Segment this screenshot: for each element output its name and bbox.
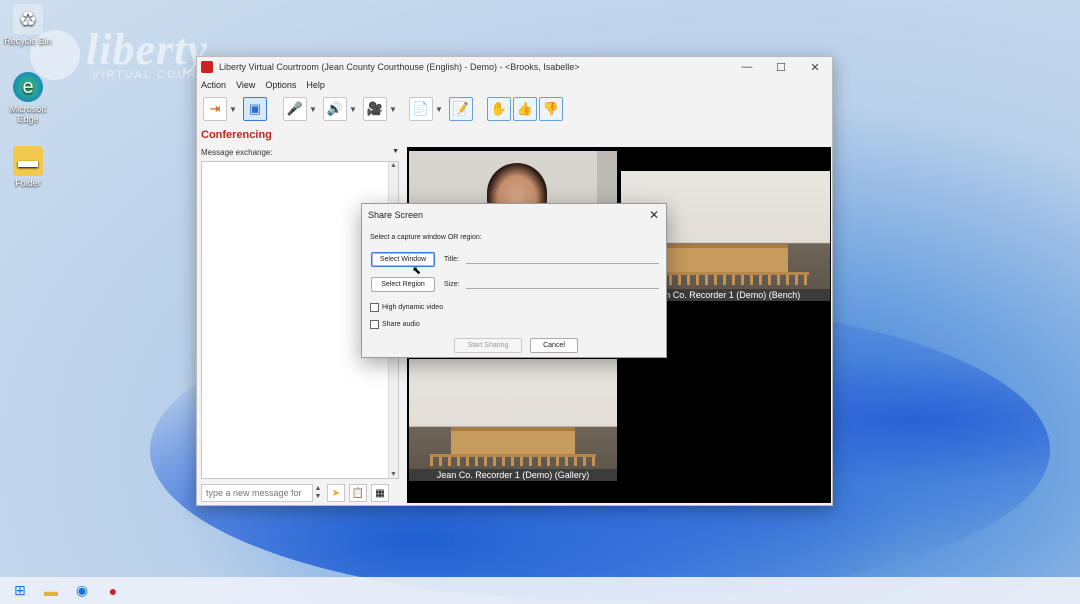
title-label: Title: bbox=[444, 256, 459, 263]
annotate-icon: 📝 bbox=[452, 101, 470, 116]
video-label-gallery: Jean Co. Recorder 1 (Demo) (Gallery) bbox=[409, 469, 617, 481]
high-dynamic-video-checkbox[interactable] bbox=[370, 303, 379, 312]
microphone-dropdown[interactable]: ▼ bbox=[309, 105, 317, 114]
notes-icon: 📋 bbox=[351, 487, 365, 499]
message-exchange-header: Message exchange: ▼ bbox=[201, 148, 399, 157]
menu-view[interactable]: View bbox=[236, 80, 255, 90]
windows-logo-icon: ⊞ bbox=[14, 582, 26, 598]
message-spinner[interactable]: ▲ ▼ bbox=[313, 485, 323, 501]
menu-action[interactable]: Action bbox=[201, 80, 226, 90]
edge-icon: e bbox=[13, 72, 43, 102]
chat-settings-button[interactable]: ▦ bbox=[371, 484, 389, 502]
exit-dropdown[interactable]: ▼ bbox=[229, 105, 237, 114]
cancel-button[interactable]: Cancel bbox=[530, 338, 578, 353]
close-button[interactable]: ✕ bbox=[798, 61, 832, 74]
app-icon bbox=[201, 61, 213, 73]
message-input[interactable] bbox=[201, 484, 313, 502]
dialog-prompt: Select a capture window OR region: bbox=[370, 234, 482, 241]
speaker-dropdown[interactable]: ▼ bbox=[349, 105, 357, 114]
menubar: Action View Options Help bbox=[197, 77, 832, 93]
taskbar: ⊞ ▬ ◉ ● bbox=[0, 577, 1080, 604]
document-button[interactable]: 📄 bbox=[409, 97, 433, 121]
document-dropdown[interactable]: ▼ bbox=[435, 105, 443, 114]
title-field[interactable] bbox=[466, 252, 659, 264]
dialog-titlebar[interactable]: Share Screen ✕ bbox=[362, 204, 666, 226]
select-window-button[interactable]: Select Window bbox=[371, 252, 435, 267]
window-title: Liberty Virtual Courtroom (Jean County C… bbox=[219, 62, 580, 72]
message-input-row: ▲▼ ➤ 📋 ▦ bbox=[201, 483, 399, 503]
start-sharing-button[interactable]: Start Sharing bbox=[454, 338, 522, 353]
raise-hand-button[interactable]: ✋ bbox=[487, 97, 511, 121]
desktop-icon-recycle-bin[interactable]: ♻ Recycle Bin bbox=[0, 4, 56, 46]
hand-icon: ✋ bbox=[490, 101, 508, 116]
annotate-button[interactable]: 📝 bbox=[449, 97, 473, 121]
share-audio-checkbox[interactable] bbox=[370, 320, 379, 329]
camera-dropdown[interactable]: ▼ bbox=[389, 105, 397, 114]
exit-button[interactable]: ⇥ bbox=[203, 97, 227, 121]
taskbar-liberty-app[interactable]: ● bbox=[103, 581, 123, 601]
thumbs-up-button[interactable]: 👍 bbox=[513, 97, 537, 121]
taskbar-edge[interactable]: ◉ bbox=[72, 581, 92, 601]
microphone-button[interactable]: 🎤 bbox=[283, 97, 307, 121]
thumbs-down-icon: 👎 bbox=[542, 101, 560, 116]
microphone-icon: 🎤 bbox=[286, 101, 304, 116]
document-icon: 📄 bbox=[412, 101, 430, 116]
toolbar: ⇥ ▼ ▣ 🎤 ▼ 🔊 ▼ 🎥 ▼ 📄 ▼ 📝 ✋ 👍 👎 bbox=[197, 93, 832, 125]
exit-icon: ⇥ bbox=[209, 101, 221, 116]
dialog-title: Share Screen bbox=[368, 210, 424, 220]
size-label: Size: bbox=[444, 281, 460, 288]
speaker-icon: 🔊 bbox=[326, 101, 344, 116]
thumbs-up-icon: 👍 bbox=[516, 101, 534, 116]
minimize-button[interactable]: — bbox=[730, 61, 764, 73]
dialog-body: Select a capture window OR region: Selec… bbox=[362, 226, 666, 359]
taskbar-file-explorer[interactable]: ▬ bbox=[41, 581, 61, 601]
chat-settings-icon: ▦ bbox=[375, 487, 385, 499]
camera-button[interactable]: 🎥 bbox=[363, 97, 387, 121]
menu-help[interactable]: Help bbox=[306, 80, 325, 90]
camera-icon: 🎥 bbox=[366, 101, 384, 116]
desktop-icon-edge[interactable]: e Microsoft Edge bbox=[0, 72, 56, 124]
window-titlebar[interactable]: Liberty Virtual Courtroom (Jean County C… bbox=[197, 57, 832, 77]
share-screen-dialog: Share Screen ✕ Select a capture window O… bbox=[361, 203, 667, 358]
speaker-button[interactable]: 🔊 bbox=[323, 97, 347, 121]
section-title: Conferencing bbox=[201, 129, 272, 141]
thumbs-down-button[interactable]: 👎 bbox=[539, 97, 563, 121]
send-icon: ➤ bbox=[331, 487, 341, 499]
file-explorer-icon: ▬ bbox=[44, 582, 58, 599]
video-tile-gallery[interactable]: Jean Co. Recorder 1 (Demo) (Gallery) bbox=[409, 359, 617, 481]
share-audio-option[interactable]: Share audio bbox=[370, 320, 420, 329]
notes-button[interactable]: 📋 bbox=[349, 484, 367, 502]
select-region-button[interactable]: Select Region bbox=[371, 277, 435, 292]
send-message-button[interactable]: ➤ bbox=[327, 484, 345, 502]
folder-icon: ▬ bbox=[13, 146, 43, 176]
message-exchange-dropdown-icon[interactable]: ▼ bbox=[392, 148, 399, 157]
desktop-icon-folder[interactable]: ▬ Folder bbox=[0, 146, 56, 188]
share-screen-icon: ▣ bbox=[248, 101, 262, 116]
mouse-cursor-icon: ⬉ bbox=[412, 265, 422, 277]
dialog-close-icon[interactable]: ✕ bbox=[642, 208, 666, 222]
edge-icon: ◉ bbox=[75, 582, 89, 598]
recycle-bin-icon: ♻ bbox=[13, 4, 43, 34]
liberty-app-icon: ● bbox=[108, 582, 118, 599]
high-dynamic-video-option[interactable]: High dynamic video bbox=[370, 303, 443, 312]
share-screen-button[interactable]: ▣ bbox=[243, 97, 267, 121]
size-field[interactable] bbox=[466, 277, 659, 289]
start-button[interactable]: ⊞ bbox=[10, 581, 30, 601]
menu-options[interactable]: Options bbox=[265, 80, 296, 90]
maximize-button[interactable]: ☐ bbox=[764, 61, 798, 74]
